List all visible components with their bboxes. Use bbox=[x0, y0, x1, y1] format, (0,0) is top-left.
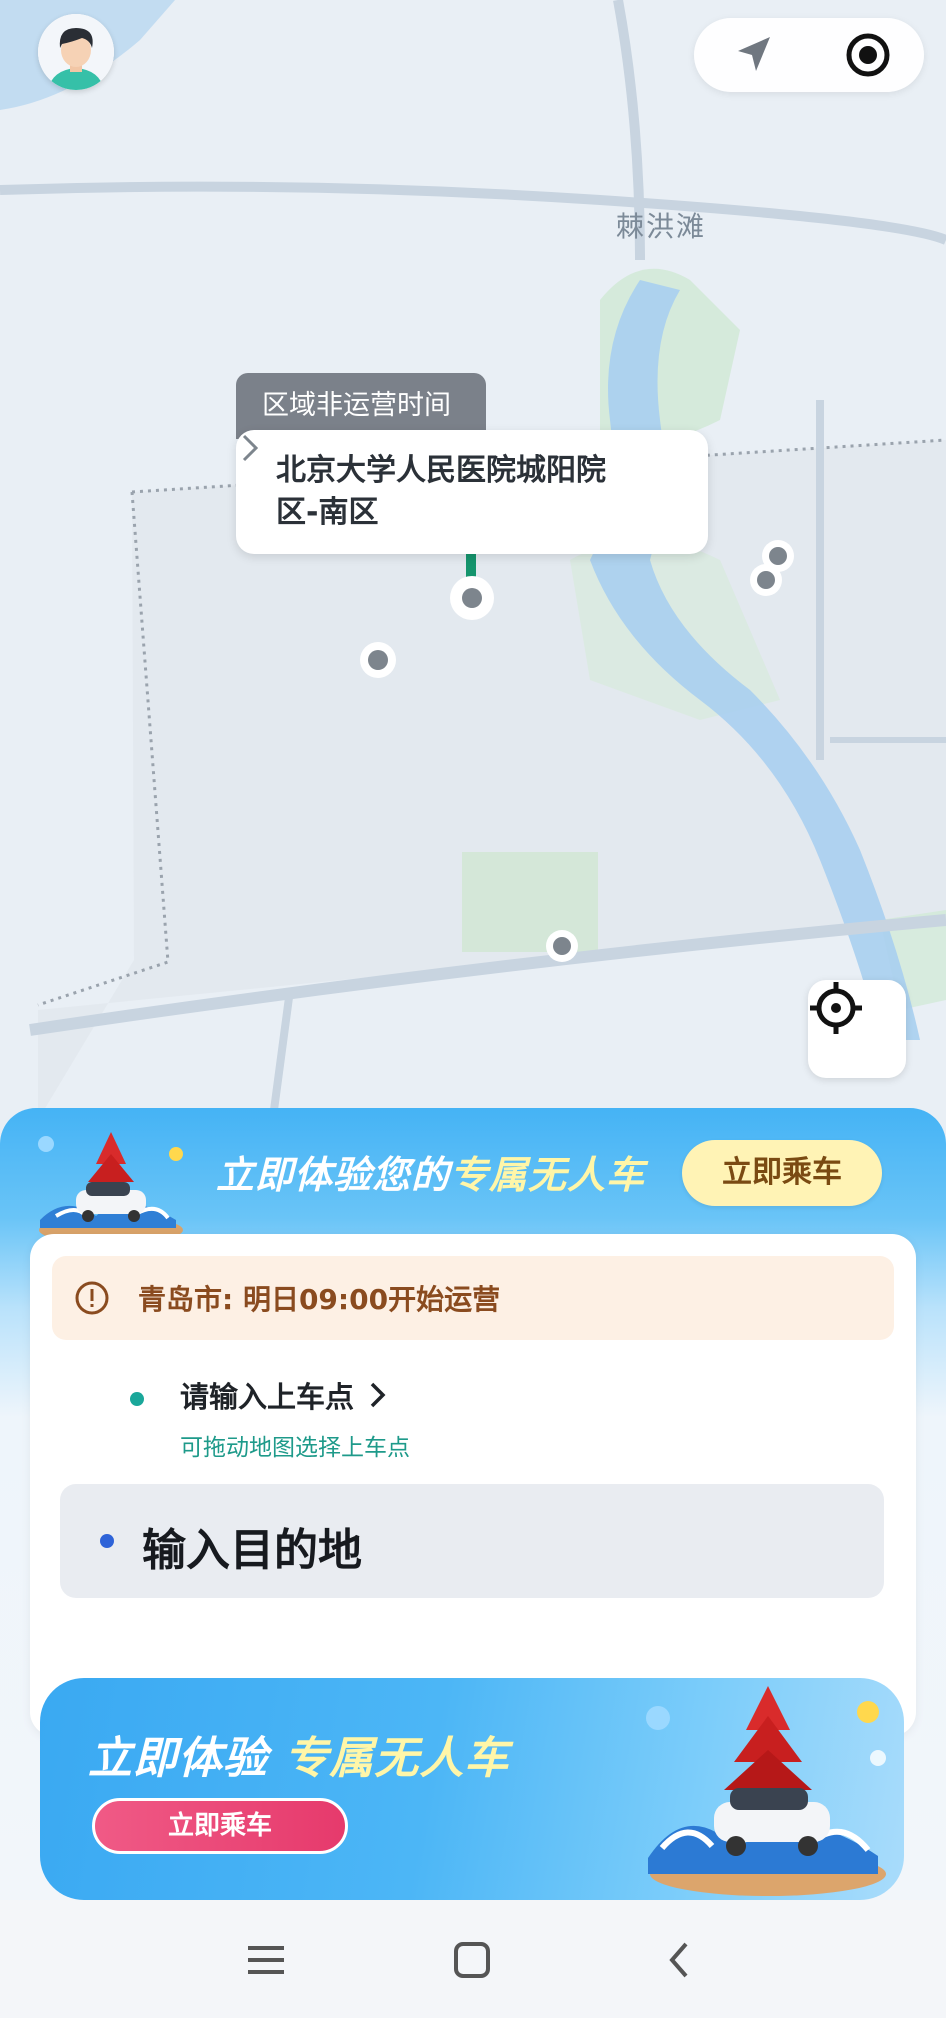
menu-icon[interactable] bbox=[242, 1936, 290, 1984]
destination-placeholder: 输入目的地 bbox=[142, 1525, 362, 1576]
location-callout[interactable]: 北京大学人民医院城阳院区-南区 bbox=[236, 430, 708, 554]
map-place-label: 棘洪滩 bbox=[616, 210, 707, 243]
home-square-icon[interactable] bbox=[448, 1936, 496, 1984]
robotaxi-illustration-large bbox=[646, 1686, 886, 1896]
pickup-selector[interactable]: 请输入上车点 可拖动地图选择上车点 bbox=[96, 1368, 796, 1478]
system-nav-bar bbox=[0, 1900, 946, 2018]
bottom-sheet: 立即体验您的专属无人车 立即乘车 青岛市: 明日09:00开始运营 请输入上车点… bbox=[0, 1108, 946, 2018]
chevron-right-icon bbox=[370, 1382, 386, 1408]
robotaxi-illustration-small bbox=[38, 1132, 183, 1244]
top-map-controls bbox=[694, 18, 924, 92]
banner-text: 立即体验 专属无人车 bbox=[88, 1722, 509, 1786]
promo-header-text: 立即体验您的专属无人车 bbox=[216, 1144, 645, 1199]
pickup-hint: 可拖动地图选择上车点 bbox=[180, 1435, 410, 1461]
callout-title: 北京大学人民医院城阳院区-南区 bbox=[276, 453, 606, 530]
locate-me-button[interactable] bbox=[808, 980, 906, 1078]
ride-now-button-banner[interactable]: 立即乘车 bbox=[92, 1798, 348, 1854]
promo-banner[interactable]: 立即体验 专属无人车 立即乘车 bbox=[40, 1678, 904, 1900]
target-icon bbox=[846, 33, 890, 77]
ride-now-button-header[interactable]: 立即乘车 bbox=[682, 1140, 882, 1206]
avatar-icon bbox=[38, 14, 114, 90]
chevron-right-icon bbox=[242, 434, 259, 462]
map-marker[interactable] bbox=[750, 564, 782, 596]
trip-card: 青岛市: 明日09:00开始运营 请输入上车点 可拖动地图选择上车点 输入目的地 bbox=[30, 1234, 916, 1736]
promo-header-prefix: 立即体验您的 bbox=[216, 1153, 451, 1197]
navigation-button[interactable] bbox=[730, 31, 778, 79]
operation-notice: 青岛市: 明日09:00开始运营 bbox=[52, 1256, 894, 1340]
promo-header: 立即体验您的专属无人车 立即乘车 bbox=[0, 1108, 946, 1244]
pickup-dot-icon bbox=[130, 1392, 144, 1406]
alert-circle-icon bbox=[75, 1281, 109, 1315]
nav-arrow-icon bbox=[738, 37, 770, 71]
destination-dot-icon bbox=[100, 1534, 114, 1548]
banner-highlight: 专属无人车 bbox=[284, 1733, 510, 1784]
notice-text: 青岛市: 明日09:00开始运营 bbox=[138, 1283, 501, 1316]
map-marker-selected[interactable] bbox=[450, 576, 494, 620]
map-canvas[interactable] bbox=[0, 0, 946, 1140]
banner-prefix: 立即体验 bbox=[88, 1733, 285, 1784]
back-icon[interactable] bbox=[656, 1936, 704, 1984]
map-marker[interactable] bbox=[360, 642, 396, 678]
locate-icon bbox=[810, 982, 862, 1034]
promo-header-highlight: 专属无人车 bbox=[450, 1153, 646, 1197]
target-button[interactable] bbox=[844, 31, 892, 79]
pickup-title: 请输入上车点 bbox=[180, 1380, 355, 1414]
map-marker[interactable] bbox=[546, 930, 578, 962]
app-screen: 棘洪滩 区域非运营时间 北京大学人民医院城阳院区-南区 立即体验您的专属无人车 … bbox=[0, 0, 946, 2018]
destination-input[interactable]: 输入目的地 bbox=[60, 1484, 884, 1598]
map-view[interactable]: 棘洪滩 区域非运营时间 北京大学人民医院城阳院区-南区 bbox=[0, 0, 946, 1140]
user-avatar[interactable] bbox=[38, 14, 114, 90]
